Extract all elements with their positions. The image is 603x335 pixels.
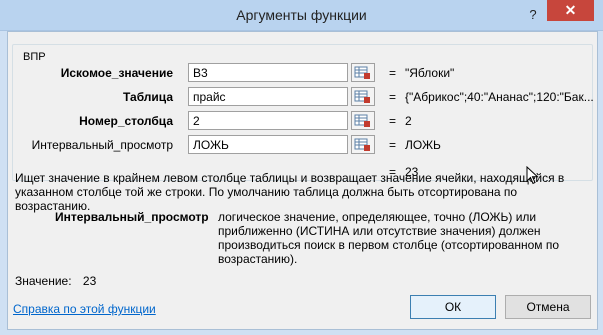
help-button[interactable]: ? (526, 7, 540, 23)
dialog-content: ВПР Искомое_значение B3 = "Яблоки" Табли… (7, 31, 598, 330)
dialog-title: Аргументы функции (236, 7, 367, 23)
arg-result-range-lookup: ЛОЖЬ (405, 138, 441, 152)
range-select-button[interactable] (351, 63, 375, 82)
arg-input-lookup-value[interactable]: B3 (188, 63, 348, 82)
arg-input-table[interactable]: прайс (188, 87, 348, 106)
result-value: 23 (82, 274, 97, 288)
mouse-pointer-icon (526, 166, 539, 185)
equals-sign: = (389, 90, 397, 104)
function-arguments-group: ВПР Искомое_значение B3 = "Яблоки" Табли… (12, 44, 594, 181)
arg-label-table: Таблица (122, 90, 173, 104)
arg-input-range-lookup[interactable]: ЛОЖЬ (188, 135, 348, 154)
arg-label-lookup-value: Искомое_значение (60, 66, 173, 80)
arg-label-column-index: Номер_столбца (79, 114, 173, 128)
range-select-button[interactable] (351, 135, 375, 154)
equals-sign: = (389, 66, 397, 80)
result-label: Значение: (15, 274, 72, 288)
arg-result-lookup-value: "Яблоки" (405, 66, 455, 80)
function-name-label: ВПР (21, 51, 48, 63)
equals-sign: = (389, 114, 397, 128)
range-select-icon (354, 138, 370, 151)
arg-result-table: {"Абрикос";40:"Ананас";120:"Бак... (405, 90, 594, 104)
close-button[interactable]: ✕ (547, 0, 594, 21)
cancel-button[interactable]: Отмена (505, 295, 591, 319)
function-help-link[interactable]: Справка по этой функции (13, 302, 156, 316)
range-select-icon (354, 66, 370, 79)
range-select-icon (354, 90, 370, 103)
ok-button[interactable]: ОК (410, 295, 496, 319)
arg-result-column-index: 2 (405, 114, 412, 128)
title-bar: Аргументы функции ? ✕ (0, 0, 603, 31)
result-line: Значение: 23 (15, 274, 96, 288)
param-help-name: Интервальный_просмотр (55, 210, 209, 224)
param-help-text: логическое значение, определяющее, точно… (218, 210, 560, 266)
arg-label-range-lookup: Интервальный_просмотр (31, 138, 173, 152)
range-select-button[interactable] (351, 87, 375, 106)
range-select-icon (354, 114, 370, 127)
arg-input-column-index[interactable]: 2 (188, 111, 348, 130)
range-select-button[interactable] (351, 111, 375, 130)
equals-sign: = (389, 138, 397, 152)
function-description: Ищет значение в крайнем левом столбце та… (15, 171, 565, 213)
